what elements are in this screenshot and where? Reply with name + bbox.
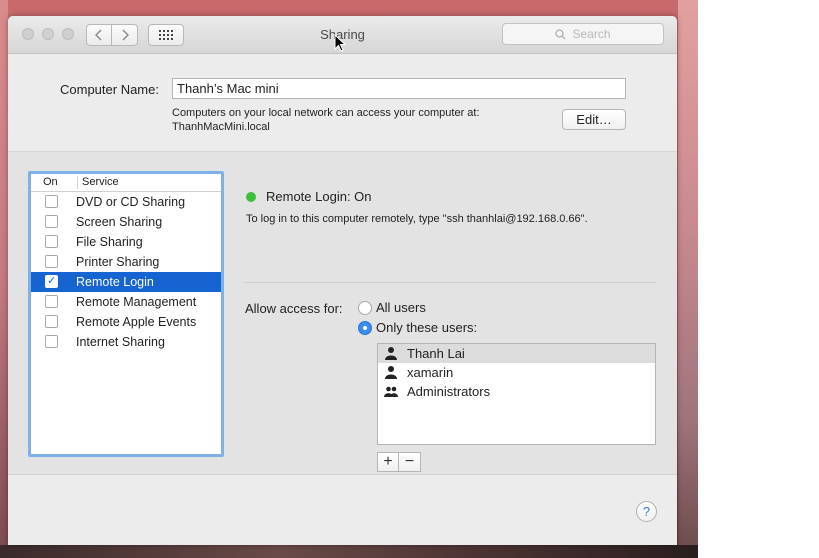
status-indicator-icon: [246, 192, 256, 202]
service-item-remote-management[interactable]: Remote Management: [31, 292, 221, 312]
mouse-cursor-icon: [334, 34, 346, 52]
service-list[interactable]: On Service DVD or CD Sharing Screen Shar…: [28, 171, 224, 457]
service-label: File Sharing: [76, 235, 143, 249]
radio-all-users[interactable]: [358, 301, 372, 315]
radio-all-users-label[interactable]: All users: [376, 300, 426, 315]
local-hostname: ThanhMacMini.local: [172, 121, 270, 133]
wallpaper-left-strip: [0, 0, 8, 558]
service-checkbox[interactable]: [45, 315, 58, 328]
computer-name-section: Computer Name: Thanh’s Mac mini Computer…: [8, 54, 677, 152]
service-label: Remote Management: [76, 295, 197, 309]
service-item-printer-sharing[interactable]: Printer Sharing: [31, 252, 221, 272]
service-label: DVD or CD Sharing: [76, 195, 186, 209]
service-item-remote-apple-events[interactable]: Remote Apple Events: [31, 312, 221, 332]
search-icon: [555, 28, 566, 39]
user-row-thanh-lai[interactable]: Thanh Lai: [378, 344, 655, 363]
service-checkbox[interactable]: [45, 235, 58, 248]
service-checkbox[interactable]: [45, 255, 58, 268]
column-header-on[interactable]: On: [43, 176, 58, 188]
service-checkbox-checked[interactable]: ✓: [45, 275, 58, 288]
computer-name-info: Computers on your local network can acce…: [172, 106, 480, 134]
info-line-1: Computers on your local network can acce…: [172, 107, 480, 119]
service-item-screen-sharing[interactable]: Screen Sharing: [31, 212, 221, 232]
service-checkbox[interactable]: [45, 335, 58, 348]
service-label: Remote Login: [76, 275, 154, 289]
service-label: Screen Sharing: [76, 215, 163, 229]
search-placeholder: Search: [572, 27, 611, 41]
user-icon: [385, 347, 397, 360]
bottom-bar: [8, 475, 677, 545]
user-name: Thanh Lai: [407, 346, 465, 361]
service-item-file-sharing[interactable]: File Sharing: [31, 232, 221, 252]
service-item-dvd-cd-sharing[interactable]: DVD or CD Sharing: [31, 192, 221, 212]
search-field[interactable]: Search: [502, 23, 664, 45]
divider: [244, 282, 656, 283]
wallpaper-bottom-strip: [0, 545, 698, 558]
computer-name-input[interactable]: Thanh’s Mac mini: [172, 78, 626, 99]
service-checkbox[interactable]: [45, 295, 58, 308]
radio-only-these-users[interactable]: [358, 321, 372, 335]
edit-button[interactable]: Edit…: [562, 109, 626, 130]
user-icon: [385, 366, 397, 379]
wallpaper-right-strip: [678, 0, 698, 558]
service-label: Internet Sharing: [76, 335, 165, 349]
allowed-users-list[interactable]: Thanh Lai xamarin Administrators: [377, 343, 656, 445]
service-checkbox[interactable]: [45, 195, 58, 208]
allow-access-label: Allow access for:: [245, 301, 343, 316]
checkmark-icon: ✓: [47, 275, 57, 287]
service-item-internet-sharing[interactable]: Internet Sharing: [31, 332, 221, 352]
user-row-administrators[interactable]: Administrators: [378, 382, 655, 401]
service-label: Printer Sharing: [76, 255, 160, 269]
services-section: On Service DVD or CD Sharing Screen Shar…: [8, 152, 677, 475]
computer-name-label: Computer Name:: [60, 82, 159, 97]
group-icon: [384, 386, 398, 397]
help-button[interactable]: ?: [636, 501, 657, 522]
user-name: xamarin: [407, 365, 454, 380]
sharing-window: Sharing Search Computer Name: Thanh’s Ma…: [8, 16, 677, 545]
remote-login-instructions: To log in to this computer remotely, typ…: [246, 213, 588, 225]
service-item-remote-login[interactable]: ✓ Remote Login: [31, 272, 221, 292]
remove-user-button[interactable]: −: [399, 452, 421, 472]
service-list-header: On Service: [31, 174, 221, 192]
user-row-xamarin[interactable]: xamarin: [378, 363, 655, 382]
service-label: Remote Apple Events: [76, 315, 197, 329]
column-header-service[interactable]: Service: [77, 176, 119, 189]
service-checkbox[interactable]: [45, 215, 58, 228]
service-status: Remote Login: On: [266, 189, 372, 204]
add-user-button[interactable]: +: [377, 452, 399, 472]
radio-only-these-users-label[interactable]: Only these users:: [376, 320, 477, 335]
user-name: Administrators: [407, 384, 491, 399]
